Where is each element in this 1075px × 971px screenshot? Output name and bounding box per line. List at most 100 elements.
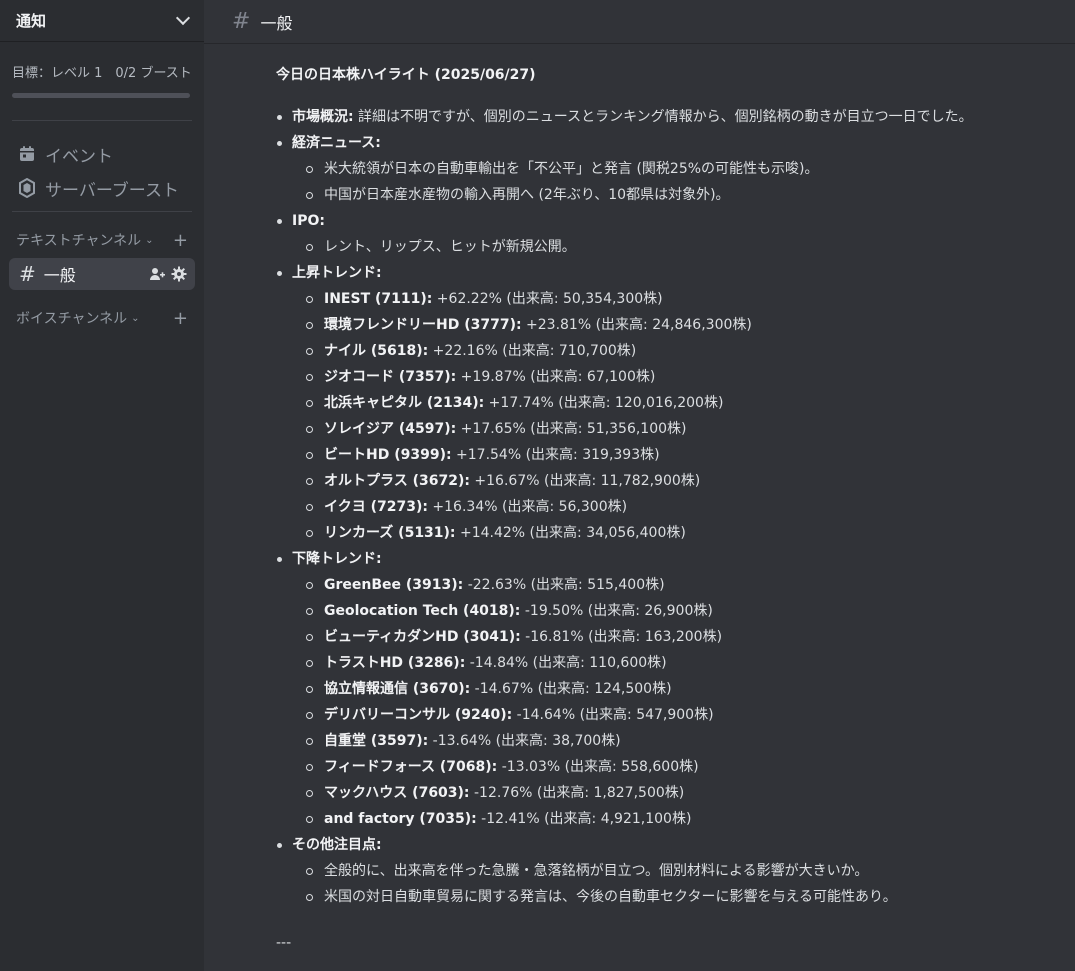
calendar-icon — [20, 146, 34, 161]
section-label: 上昇トレンド: — [292, 265, 382, 281]
section-item: 上昇トレンド: INEST (7111): +62.22% (出来高: 50,35… — [276, 260, 1075, 546]
stock-change: -14.64% (出来高: 547,900株) — [512, 707, 714, 723]
item-text: レント、リップス、ヒットが新規公開。 — [324, 239, 576, 255]
section-text: 詳細は不明ですが、個別のニュースとランキング情報から、個別銘柄の動きが目立つ一日… — [353, 109, 973, 125]
message-title: 今日の日本株ハイライト (2025/06/27) — [276, 67, 536, 83]
stock-change: +17.65% (出来高: 51,356,100株) — [456, 421, 687, 437]
channel-title: 一般 — [260, 13, 293, 33]
list-item: ソレイジア (4597): +17.65% (出来高: 51,356,100株) — [292, 416, 1075, 442]
stock-change: +62.22% (出来高: 50,354,300株) — [432, 291, 663, 307]
divider — [12, 120, 192, 121]
stock-change: +16.34% (出来高: 56,300株) — [427, 499, 628, 515]
stock-name: Geolocation Tech (4018): — [324, 603, 521, 619]
list-item: 環境フレンドリーHD (3777): +23.81% (出来高: 24,846,… — [292, 312, 1075, 338]
nav-server-boost-label: サーバーブースト — [45, 180, 179, 201]
section-label: IPO: — [292, 213, 325, 229]
boost-gem-icon — [19, 178, 35, 198]
list-item: レント、リップス、ヒットが新規公開。 — [292, 234, 1075, 260]
stock-name: 協立情報通信 (3670): — [324, 681, 471, 697]
section-item: その他注目点: 全般的に、出来高を伴った急騰・急落銘柄が目立つ。個別材料による影響… — [276, 832, 1075, 910]
channel-header: # 一般 — [204, 0, 1075, 44]
item-text: 全般的に、出来高を伴った急騰・急落銘柄が目立つ。個別材料による影響が大きいか。 — [324, 863, 869, 879]
list-item: トラストHD (3286): -14.84% (出来高: 110,600株) — [292, 650, 1075, 676]
section-label: 市場概況: — [292, 109, 354, 125]
gear-icon[interactable] — [171, 266, 187, 282]
add-channel-icon[interactable]: + — [173, 230, 188, 251]
list-item: 北浜キャピタル (2134): +17.74% (出来高: 120,016,20… — [292, 390, 1075, 416]
divider — [12, 211, 192, 212]
stock-name: and factory (7035): — [324, 811, 477, 827]
list-item: イクヨ (7273): +16.34% (出来高: 56,300株) — [292, 494, 1075, 520]
stock-change: -12.76% (出来高: 1,827,500株) — [469, 785, 685, 801]
stock-name: マックハウス (7603): — [324, 785, 470, 801]
list-item: and factory (7035): -12.41% (出来高: 4,921,… — [292, 806, 1075, 832]
item-text: 米大統領が日本の自動車輸出を「不公平」と発言 (関税25%の可能性も示唆)。 — [324, 161, 819, 177]
channel-item-general[interactable]: # 一般 — [9, 258, 195, 290]
nav-events[interactable]: イベント — [0, 137, 204, 171]
section-label: 下降トレンド: — [292, 551, 382, 567]
stock-name: 環境フレンドリーHD (3777): — [324, 317, 522, 333]
stock-change: -19.50% (出来高: 26,900株) — [520, 603, 713, 619]
nav-server-boost[interactable]: サーバーブースト — [0, 171, 204, 205]
stock-change: +17.74% (出来高: 120,016,200株) — [484, 395, 724, 411]
boost-progress-bar — [12, 93, 190, 98]
add-channel-icon[interactable]: + — [173, 308, 188, 329]
list-item: INEST (7111): +62.22% (出来高: 50,354,300株) — [292, 286, 1075, 312]
chevron-down-icon: ⌄ — [145, 234, 154, 246]
sub-list: GreenBee (3913): -22.63% (出来高: 515,400株)… — [292, 572, 1075, 832]
list-item: 全般的に、出来高を伴った急騰・急落銘柄が目立つ。個別材料による影響が大きいか。 — [292, 858, 1075, 884]
nav-events-label: イベント — [45, 146, 113, 167]
stock-name: リンカーズ (5131): — [324, 525, 456, 541]
stock-name: INEST (7111): — [324, 291, 433, 307]
section-item: 市場概況: 詳細は不明ですが、個別のニュースとランキング情報から、個別銘柄の動き… — [276, 104, 1075, 130]
stock-name: デリバリーコンサル (9240): — [324, 707, 513, 723]
list-item: ビューティカダンHD (3041): -16.81% (出来高: 163,200… — [292, 624, 1075, 650]
stock-name: ナイル (5618): — [324, 343, 429, 359]
stock-change: -13.03% (出来高: 558,600株) — [497, 759, 699, 775]
stock-change: -13.64% (出来高: 38,700株) — [428, 733, 621, 749]
stock-name: ジオコード (7357): — [324, 369, 457, 385]
list-item: 中国が日本産水産物の輸入再開へ (2年ぶり、10都県は対象外)。 — [292, 182, 1075, 208]
category-text-channels[interactable]: テキストチャンネル ⌄ + — [0, 226, 204, 254]
stock-name: 自重堂 (3597): — [324, 733, 429, 749]
sidebar: 通知 目標：レベル 1 0/2 ブースト イベント サーバーブースト テキストチ… — [0, 0, 204, 971]
stock-name: ビートHD (9399): — [324, 447, 452, 463]
section-item: 経済ニュース: 米大統領が日本の自動車輸出を「不公平」と発言 (関税25%の可能性… — [276, 130, 1075, 208]
stock-change: +19.87% (出来高: 67,100株) — [456, 369, 656, 385]
section-label: 経済ニュース: — [292, 135, 381, 151]
category-label: テキストチャンネル — [16, 233, 142, 249]
list-item: ビートHD (9399): +17.54% (出来高: 319,393株) — [292, 442, 1075, 468]
server-header[interactable]: 通知 — [0, 0, 204, 42]
stock-name: オルトプラス (3672): — [324, 473, 470, 489]
message-content: 今日の日本株ハイライト (2025/06/27) 市場概況: 詳細は不明ですが、… — [276, 62, 1075, 956]
list-item: 米国の対日自動車貿易に関する発言は、今後の自動車セクターに影響を与える可能性あり… — [292, 884, 1075, 910]
stock-change: -12.41% (出来高: 4,921,100株) — [476, 811, 692, 827]
list-item: ジオコード (7357): +19.87% (出来高: 67,100株) — [292, 364, 1075, 390]
category-voice-channels[interactable]: ボイスチャンネル ⌄ + — [0, 304, 204, 332]
stock-change: -14.84% (出来高: 110,600株) — [465, 655, 667, 671]
message-footer: --- — [276, 935, 292, 951]
section-item: 下降トレンド: GreenBee (3913): -22.63% (出来高: 51… — [276, 546, 1075, 832]
stock-name: 北浜キャピタル (2134): — [324, 395, 485, 411]
stock-name: イクヨ (7273): — [324, 499, 428, 515]
list-item: Geolocation Tech (4018): -19.50% (出来高: 2… — [292, 598, 1075, 624]
chevron-down-icon — [175, 10, 191, 25]
sub-list: レント、リップス、ヒットが新規公開。 — [292, 234, 1075, 260]
server-nav: イベント サーバーブースト — [0, 137, 204, 205]
list-item: GreenBee (3913): -22.63% (出来高: 515,400株) — [292, 572, 1075, 598]
hash-icon: # — [19, 262, 36, 286]
boost-goal[interactable]: 目標：レベル 1 0/2 ブースト — [0, 42, 204, 98]
stock-name: トラストHD (3286): — [324, 655, 466, 671]
section-label: その他注目点: — [292, 837, 382, 853]
server-name: 通知 — [16, 12, 47, 30]
list-item: 自重堂 (3597): -13.64% (出来高: 38,700株) — [292, 728, 1075, 754]
sub-list: 米大統領が日本の自動車輸出を「不公平」と発言 (関税25%の可能性も示唆)。 中国… — [292, 156, 1075, 208]
category-label: ボイスチャンネル — [16, 311, 128, 327]
chevron-down-icon: ⌄ — [131, 312, 140, 324]
sub-list: INEST (7111): +62.22% (出来高: 50,354,300株)… — [292, 286, 1075, 546]
stock-name: ソレイジア (4597): — [324, 421, 457, 437]
hash-icon: # — [232, 9, 251, 34]
invite-icon[interactable] — [149, 266, 165, 282]
item-text: 中国が日本産水産物の輸入再開へ (2年ぶり、10都県は対象外)。 — [324, 187, 730, 203]
channel-name: 一般 — [43, 266, 76, 285]
